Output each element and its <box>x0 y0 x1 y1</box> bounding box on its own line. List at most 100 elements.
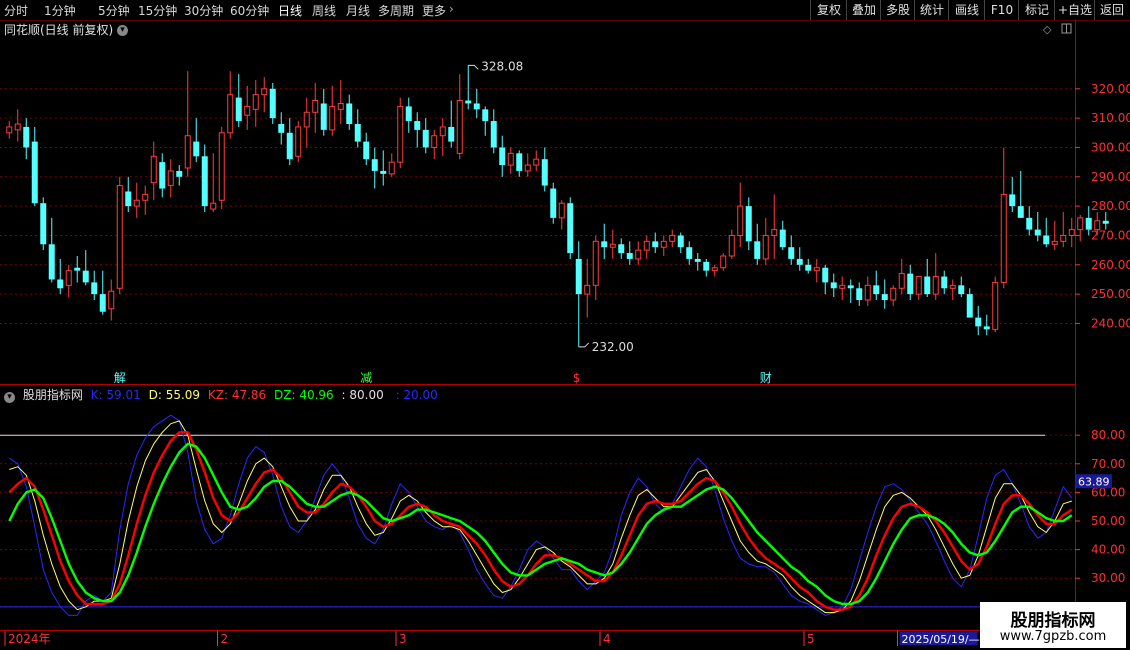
candle-body-down <box>48 244 55 280</box>
candle-body-up <box>295 126 302 157</box>
candle-body-down <box>235 97 242 122</box>
candle-body-down <box>1102 220 1109 224</box>
candle-body-up <box>737 205 744 236</box>
event-marker: 解 <box>114 371 126 385</box>
candle-body-up <box>456 100 463 154</box>
candle-body-up <box>252 94 259 110</box>
crosshair-date-label: 2025/05/19/— <box>902 633 980 646</box>
candle-body-down <box>490 121 497 148</box>
candle-body-down <box>788 247 795 259</box>
candle-body-down <box>320 103 327 130</box>
candle-body-up <box>720 255 727 269</box>
event-marker: $ <box>573 371 581 385</box>
candle-body-down <box>975 317 982 327</box>
candle-body-down <box>601 241 608 248</box>
candle-body-up <box>728 234 735 257</box>
candle-body-down <box>405 106 412 122</box>
candle-body-down <box>1034 229 1041 236</box>
candle-body-down <box>31 141 38 204</box>
candle-body-up <box>932 276 939 295</box>
candle-body-up <box>1077 217 1084 231</box>
candle-body-up <box>635 249 642 260</box>
candle-body-down <box>924 276 931 295</box>
candle-body-up <box>388 161 395 175</box>
candle-body-up <box>167 170 174 187</box>
candle-body-up <box>14 123 21 131</box>
candle-body-down <box>176 170 183 177</box>
indicator-tick-label: 40.00 <box>1091 543 1125 557</box>
candle-body-down <box>847 285 854 289</box>
candle-body-up <box>261 88 268 96</box>
candle-body-down <box>567 203 574 254</box>
chart-canvas[interactable]: 328.08232.00解减 $ 财 240.00250.00260.00270.0… <box>0 0 1130 650</box>
candle-body-up <box>1060 234 1067 242</box>
axis-labels: 240.00 250.00 260.00 270.00 280.00 290.00 300.… <box>1075 82 1130 614</box>
candle-body-up <box>218 132 225 201</box>
price-tick-label: 310.00 <box>1091 111 1130 125</box>
candle-body-down <box>1043 235 1050 245</box>
candle-body-up <box>660 240 667 248</box>
indicator-line-dz <box>8 442 1073 606</box>
candle-body-up <box>669 234 676 242</box>
candle-body-down <box>499 147 506 166</box>
candle-body-down <box>830 282 837 289</box>
candle-body-up <box>184 135 191 169</box>
candle-body-down <box>907 273 914 295</box>
price-tick-label: 270.00 <box>1091 228 1130 242</box>
candle-body-down <box>422 129 429 148</box>
diamond-icon[interactable]: ◇ <box>1043 23 1052 36</box>
candle-body-down <box>465 100 472 104</box>
candle-body-down <box>371 159 378 171</box>
candle-body-down <box>74 267 81 271</box>
candle-body-down <box>686 247 693 259</box>
candle-body-down <box>618 244 625 254</box>
candle-body-down <box>1009 194 1016 207</box>
candle-body-up <box>1000 193 1007 283</box>
current-value-label: 63.89 <box>1078 475 1110 488</box>
indicator-tick-label: 80.00 <box>1091 428 1125 442</box>
candle-body-down <box>873 285 880 295</box>
candle-body-up <box>337 102 344 110</box>
event-marker: 财 <box>760 371 772 385</box>
price-tick-label: 250.00 <box>1091 287 1130 301</box>
candle-body-up <box>584 284 591 295</box>
candle-body-up <box>992 281 999 330</box>
candle-body-up <box>116 185 123 289</box>
candle-body-down <box>575 258 582 295</box>
candle-body-down <box>57 279 64 289</box>
candle-body-up <box>839 284 846 289</box>
time-tick-label: 2024年 <box>8 632 51 646</box>
candle-body-down <box>550 188 557 218</box>
candle-body-down <box>82 270 89 283</box>
candle-body-up <box>227 94 234 134</box>
candle-body-down <box>626 253 633 259</box>
candle-body-up <box>329 105 336 131</box>
candle-body-down <box>99 294 106 312</box>
candle-body-down <box>380 170 387 174</box>
candle-body-up <box>6 126 13 134</box>
candle-body-up <box>711 267 718 272</box>
candle-body-up <box>762 234 769 260</box>
candle-body-up <box>1051 240 1058 245</box>
candle-body-up <box>210 202 217 210</box>
time-axis: 2024年23452025/05/19/—6 <box>4 631 1002 646</box>
indicator-tick-label: 30.00 <box>1091 571 1125 585</box>
candle-body-up <box>142 193 149 201</box>
candle-body-up <box>397 105 404 163</box>
candle-body-down <box>516 153 523 171</box>
candle-body-up <box>244 105 251 116</box>
time-tick-label: 5 <box>807 632 815 646</box>
indicator-tick-label: 50.00 <box>1091 514 1125 528</box>
candle-body-up <box>890 287 897 301</box>
candle-body-up <box>1068 229 1075 236</box>
candle-body-up <box>524 164 531 172</box>
candle-body-down <box>354 124 361 142</box>
time-tick-label: 4 <box>603 632 611 646</box>
candle-body-up <box>65 270 72 286</box>
candle-body-down <box>1017 206 1024 218</box>
candle-body-up <box>813 267 820 272</box>
annotations: 328.08 232.00 解 减 $ 财 <box>114 59 772 385</box>
candle-body-up <box>949 284 956 289</box>
candle-body-down <box>958 285 965 295</box>
candle-body-down <box>91 282 98 295</box>
